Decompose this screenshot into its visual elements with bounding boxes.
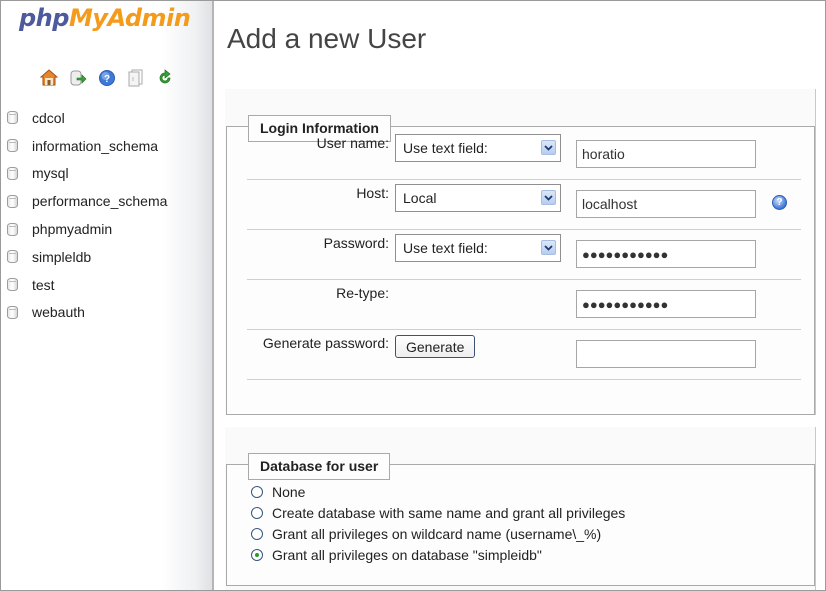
login-information-panel: Login Information User name: Use text fi… [225,89,816,415]
reload-icon[interactable] [155,68,174,87]
database-icon [7,194,18,208]
retype-label: Re-type: [336,285,389,301]
host-type-select[interactable]: Local [395,184,561,212]
option-label: Grant all privileges on database "simple… [272,546,542,563]
database-for-user-panel: Database for user None Create database w… [225,427,816,590]
database-item-phpmyadmin[interactable]: phpmyadmin [7,215,167,243]
database-icon [7,250,18,264]
phpmyadmin-logo[interactable]: phpMyAdmin [19,4,191,32]
user-name-type-select[interactable]: Use text field: [395,134,561,162]
database-item-test[interactable]: test [7,271,167,299]
database-icon [7,166,18,180]
documentation-icon[interactable] [126,68,145,87]
option-label: None [272,483,306,500]
user-name-input[interactable]: horatio [576,140,756,168]
radio-button-selected[interactable] [251,548,263,561]
generate-password-label: Generate password: [262,335,389,351]
password-row: Password: Use text field: ●●●●●●●●●●● [247,229,801,280]
svg-text:?: ? [103,74,109,85]
help-icon[interactable]: ? [772,195,787,210]
host-type-value: Local [403,190,437,206]
chevron-down-icon[interactable] [541,190,556,205]
option-label: Grant all privileges on wildcard name (u… [272,525,602,542]
generate-button[interactable]: Generate [395,335,476,358]
generate-password-row: Generate password: Generate [247,329,801,380]
password-type-select[interactable]: Use text field: [395,234,561,262]
host-row: Host: Local localhost ? [247,179,801,230]
main-content: Add a new User Login Information User na… [215,1,825,590]
database-list: cdcol information_schema mysql performan… [7,104,167,326]
database-icon [7,111,18,125]
page-title: Add a new User [227,23,427,54]
user-name-type-value: Use text field: [403,140,488,156]
chevron-down-icon[interactable] [541,240,556,255]
password-input[interactable]: ●●●●●●●●●●● [576,240,756,268]
radio-button[interactable] [251,527,263,540]
sidebar-toolbar: ? [39,68,174,87]
password-type-value: Use text field: [403,240,488,256]
user-name-row: User name: Use text field: horatio [247,129,801,180]
home-icon[interactable] [39,68,58,87]
database-label: information_schema [32,137,159,154]
option-grant-database[interactable]: Grant all privileges on database "simple… [251,544,625,565]
database-label: simpleldb [32,248,92,265]
user-name-label: User name: [316,135,389,151]
database-icon [7,278,18,292]
option-none[interactable]: None [251,481,625,502]
database-item-information-schema[interactable]: information_schema [7,132,167,160]
database-item-performance-schema[interactable]: performance_schema [7,187,167,215]
logo-text-myadmin: MyAdmin [68,4,191,32]
generated-password-input[interactable] [576,340,756,368]
database-label: phpmyadmin [32,221,113,238]
database-label: mysql [32,165,69,182]
database-item-mysql[interactable]: mysql [7,160,167,188]
database-item-webauth[interactable]: webauth [7,299,167,327]
radio-button[interactable] [251,506,263,519]
database-for-user-fieldset: Database for user None Create database w… [226,453,815,586]
database-label: webauth [32,304,85,321]
retype-password-input[interactable]: ●●●●●●●●●●● [576,290,756,318]
logo-text-php: php [19,4,69,32]
login-information-fieldset: Login Information User name: Use text fi… [226,115,815,415]
database-item-cdcol[interactable]: cdcol [7,104,167,132]
option-wildcard[interactable]: Grant all privileges on wildcard name (u… [251,523,625,544]
option-label: Create database with same name and grant… [272,504,626,521]
database-for-user-legend: Database for user [248,453,391,480]
database-icon [7,222,18,236]
database-label: test [32,276,55,293]
password-label: Password: [323,235,389,251]
database-icon [7,305,18,319]
database-label: performance_schema [32,193,168,210]
database-item-simpleldb[interactable]: simpleldb [7,243,167,271]
host-label: Host: [356,185,389,201]
database-options: None Create database with same name and … [251,481,625,565]
navigation-sidebar: phpMyAdmin ? cdcol information_schema my… [1,1,214,590]
database-label: cdcol [32,109,65,126]
database-icon [7,139,18,153]
logout-icon[interactable] [68,68,87,87]
radio-button[interactable] [251,485,263,498]
host-input[interactable]: localhost [576,190,756,218]
retype-row: Re-type: ●●●●●●●●●●● [247,279,801,330]
help-icon[interactable]: ? [97,68,116,87]
option-create-database[interactable]: Create database with same name and grant… [251,502,625,523]
chevron-down-icon[interactable] [541,140,556,155]
